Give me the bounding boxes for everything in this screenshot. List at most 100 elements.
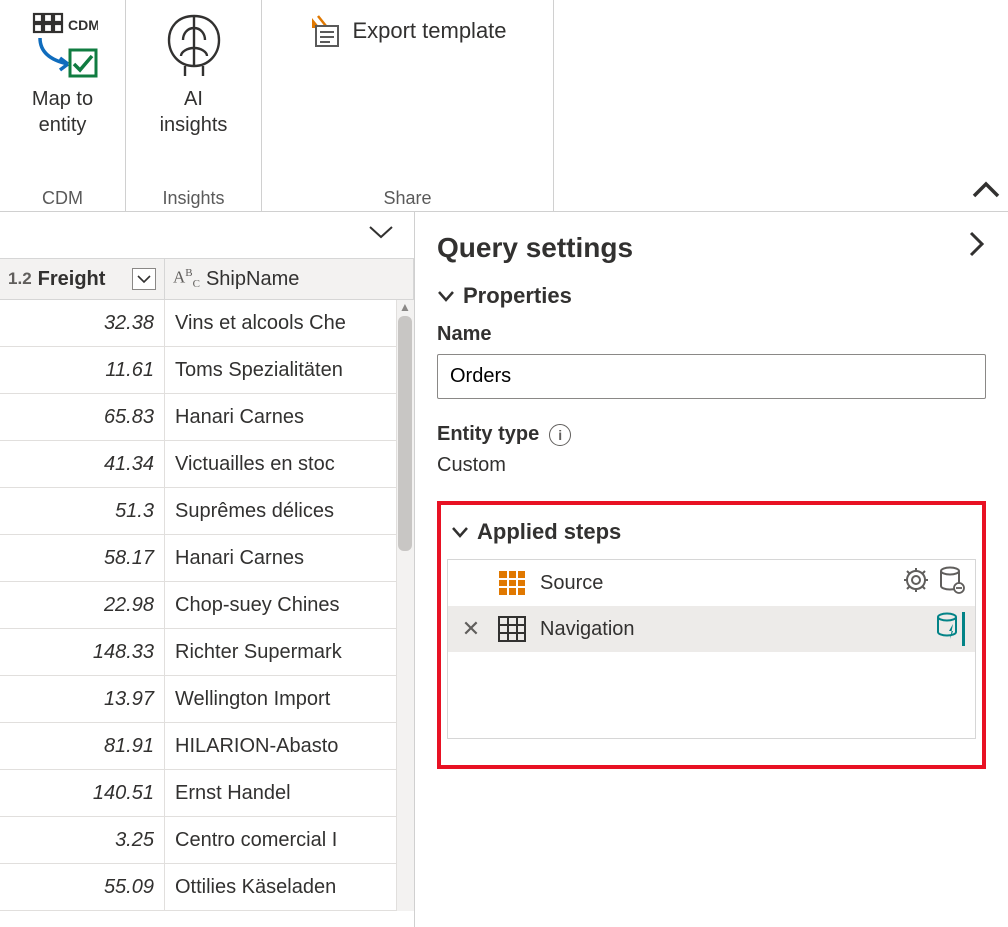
cell-freight: 148.33	[0, 629, 165, 675]
map-to-entity-icon: CDM	[28, 8, 98, 80]
table-row[interactable]: 41.34Victuailles en stoc	[0, 441, 414, 488]
ai-insights-label-1: AI	[184, 88, 203, 110]
cell-shipname: Wellington Import	[165, 676, 414, 722]
ribbon-group-title-insights: Insights	[126, 188, 261, 209]
table-row[interactable]: 58.17Hanari Carnes	[0, 535, 414, 582]
brain-icon	[157, 8, 231, 80]
ai-insights-label-2: insights	[160, 114, 228, 136]
entity-type-label-row: Entity type i	[437, 423, 986, 446]
table-row[interactable]: 11.61Toms Spezialitäten	[0, 347, 414, 394]
table-row[interactable]: 51.3Suprêmes délices	[0, 488, 414, 535]
collapse-panel-button[interactable]	[968, 230, 986, 265]
collapse-ribbon-button[interactable]	[972, 176, 1000, 207]
cell-shipname: Ernst Handel	[165, 770, 414, 816]
table-row[interactable]: 22.98Chop-suey Chines	[0, 582, 414, 629]
table-row[interactable]: 55.09Ottilies Käseladen	[0, 864, 414, 911]
ribbon-group-insights: AI insights Insights	[126, 0, 262, 211]
cell-freight: 13.97	[0, 676, 165, 722]
map-to-entity-label-1: Map to	[32, 88, 93, 110]
cell-shipname: Centro comercial I	[165, 817, 414, 863]
table-preview: 1.2 Freight ABC ShipName ▲ 32.38Vins et …	[0, 212, 415, 927]
formula-bar[interactable]	[0, 212, 414, 258]
query-settings-header: Query settings	[437, 230, 986, 265]
cell-shipname: Chop-suey Chines	[165, 582, 414, 628]
cell-freight: 55.09	[0, 864, 165, 910]
column-header-freight-label: Freight	[38, 268, 106, 291]
ribbon: CDM Map to entity CDM	[0, 0, 1008, 212]
map-to-entity-button[interactable]: CDM Map to entity	[22, 4, 104, 142]
table-row[interactable]: 148.33Richter Supermark	[0, 629, 414, 676]
table-row[interactable]: 32.38Vins et alcools Che	[0, 300, 414, 347]
cell-shipname: Toms Spezialitäten	[165, 347, 414, 393]
applied-steps-highlight: Applied steps Source	[437, 501, 986, 769]
database-minus-icon[interactable]	[939, 566, 965, 600]
column-filter-freight[interactable]	[132, 268, 156, 290]
ai-insights-button[interactable]: AI insights	[151, 4, 237, 142]
applied-step-navigation[interactable]: ✕ Navigation	[448, 606, 975, 652]
cell-shipname: Hanari Carnes	[165, 394, 414, 440]
info-icon[interactable]: i	[549, 424, 571, 446]
properties-section-label: Properties	[463, 283, 572, 309]
cell-shipname: Richter Supermark	[165, 629, 414, 675]
export-template-label: Export template	[352, 18, 506, 44]
cell-shipname: Victuailles en stoc	[165, 441, 414, 487]
cell-freight: 65.83	[0, 394, 165, 440]
cell-shipname: Hanari Carnes	[165, 535, 414, 581]
cell-shipname: HILARION-Abasto	[165, 723, 414, 769]
table-orange-icon	[496, 570, 528, 596]
applied-steps-section-toggle[interactable]: Applied steps	[451, 519, 976, 545]
cell-freight: 3.25	[0, 817, 165, 863]
ribbon-group-share: Export template Share	[262, 0, 554, 211]
decimal-type-icon: 1.2	[8, 269, 32, 289]
cell-freight: 140.51	[0, 770, 165, 816]
properties-section-toggle[interactable]: Properties	[437, 283, 986, 309]
database-flash-icon[interactable]	[936, 612, 965, 646]
scroll-thumb[interactable]	[398, 316, 412, 551]
chevron-down-icon	[437, 289, 455, 303]
scrollbar[interactable]: ▲	[396, 300, 414, 911]
query-name-input[interactable]	[437, 354, 986, 399]
entity-type-label: Entity type	[437, 423, 539, 446]
main: 1.2 Freight ABC ShipName ▲ 32.38Vins et …	[0, 212, 1008, 927]
ribbon-group-title-share: Share	[262, 188, 553, 209]
cell-freight: 11.61	[0, 347, 165, 393]
cell-shipname: Suprêmes délices	[165, 488, 414, 534]
delete-step-button[interactable]: ✕	[462, 616, 480, 642]
query-settings-title: Query settings	[437, 232, 633, 264]
applied-step-source-label: Source	[540, 572, 891, 595]
column-header-shipname[interactable]: ABC ShipName	[165, 259, 414, 299]
table-row[interactable]: 81.91HILARION-Abasto	[0, 723, 414, 770]
cell-freight: 22.98	[0, 582, 165, 628]
cell-freight: 32.38	[0, 300, 165, 346]
table-outline-icon	[496, 616, 528, 642]
export-template-button[interactable]: Export template	[296, 4, 518, 58]
ribbon-group-cdm: CDM Map to entity CDM	[0, 0, 126, 211]
cell-freight: 51.3	[0, 488, 165, 534]
column-header-freight[interactable]: 1.2 Freight	[0, 259, 165, 299]
chevron-down-icon[interactable]	[368, 223, 394, 247]
cell-freight: 58.17	[0, 535, 165, 581]
cell-shipname: Ottilies Käseladen	[165, 864, 414, 910]
cell-shipname: Vins et alcools Che	[165, 300, 414, 346]
ribbon-group-title-cdm: CDM	[0, 188, 125, 209]
applied-steps-section-label: Applied steps	[477, 519, 621, 545]
export-template-icon	[308, 14, 342, 48]
table-row[interactable]: 140.51Ernst Handel	[0, 770, 414, 817]
table-rows: ▲ 32.38Vins et alcools Che11.61Toms Spez…	[0, 300, 414, 911]
svg-text:CDM: CDM	[68, 17, 98, 33]
gear-icon[interactable]	[903, 567, 929, 599]
text-type-icon: ABC	[173, 267, 200, 290]
cell-freight: 41.34	[0, 441, 165, 487]
table-row[interactable]: 3.25Centro comercial I	[0, 817, 414, 864]
entity-type-value: Custom	[437, 454, 986, 477]
cell-freight: 81.91	[0, 723, 165, 769]
name-label: Name	[437, 323, 986, 346]
chevron-down-icon	[451, 525, 469, 539]
table-row[interactable]: 65.83Hanari Carnes	[0, 394, 414, 441]
applied-step-source[interactable]: Source	[448, 560, 975, 606]
scroll-up-icon[interactable]: ▲	[398, 300, 412, 314]
applied-step-navigation-label: Navigation	[540, 618, 924, 641]
column-header-shipname-label: ShipName	[206, 268, 299, 291]
table-row[interactable]: 13.97Wellington Import	[0, 676, 414, 723]
column-headers: 1.2 Freight ABC ShipName	[0, 258, 414, 300]
